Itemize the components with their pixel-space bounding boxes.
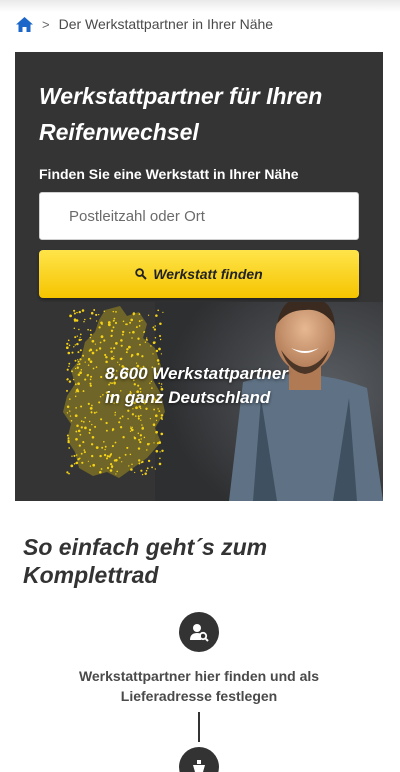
breadcrumb-separator: >	[42, 16, 50, 32]
location-search-input[interactable]	[39, 192, 359, 240]
step-1-text: Werkstattpartner hier finden und als Lie…	[78, 668, 320, 704]
top-shadow-bar	[0, 0, 400, 12]
steps-section-title: So einfach geht´s zum Komplettrad	[23, 534, 268, 588]
breadcrumb: > Der Werkstattpartner in Ihrer Nähe	[16, 14, 273, 34]
search-icon	[135, 268, 147, 280]
partner-count-text: 8.600 Werkstattpartner in ganz Deutschla…	[105, 362, 288, 410]
search-location-icon	[190, 624, 209, 642]
find-workshop-button[interactable]: Werkstatt finden	[39, 250, 359, 298]
find-workshop-label: Werkstatt finden	[153, 266, 263, 282]
hero-subtitle: Finden Sie eine Werkstatt in Ihrer Nähe	[39, 166, 299, 182]
partner-count-line2: in ganz Deutschland	[105, 388, 271, 407]
hero-panel: Werkstattpartner für Ihren Reifenwechsel…	[15, 52, 383, 501]
home-icon[interactable]	[16, 16, 33, 32]
breadcrumb-current: Der Werkstattpartner in Ihrer Nähe	[58, 16, 274, 32]
step-1-badge	[179, 612, 219, 652]
hero-title: Werkstattpartner für Ihren Reifenwechsel	[39, 83, 323, 145]
partner-count-line1: 8.600 Werkstattpartner	[105, 364, 288, 383]
step-connector-line	[198, 712, 200, 742]
delivery-icon	[193, 760, 205, 772]
step-2-badge	[179, 747, 219, 772]
